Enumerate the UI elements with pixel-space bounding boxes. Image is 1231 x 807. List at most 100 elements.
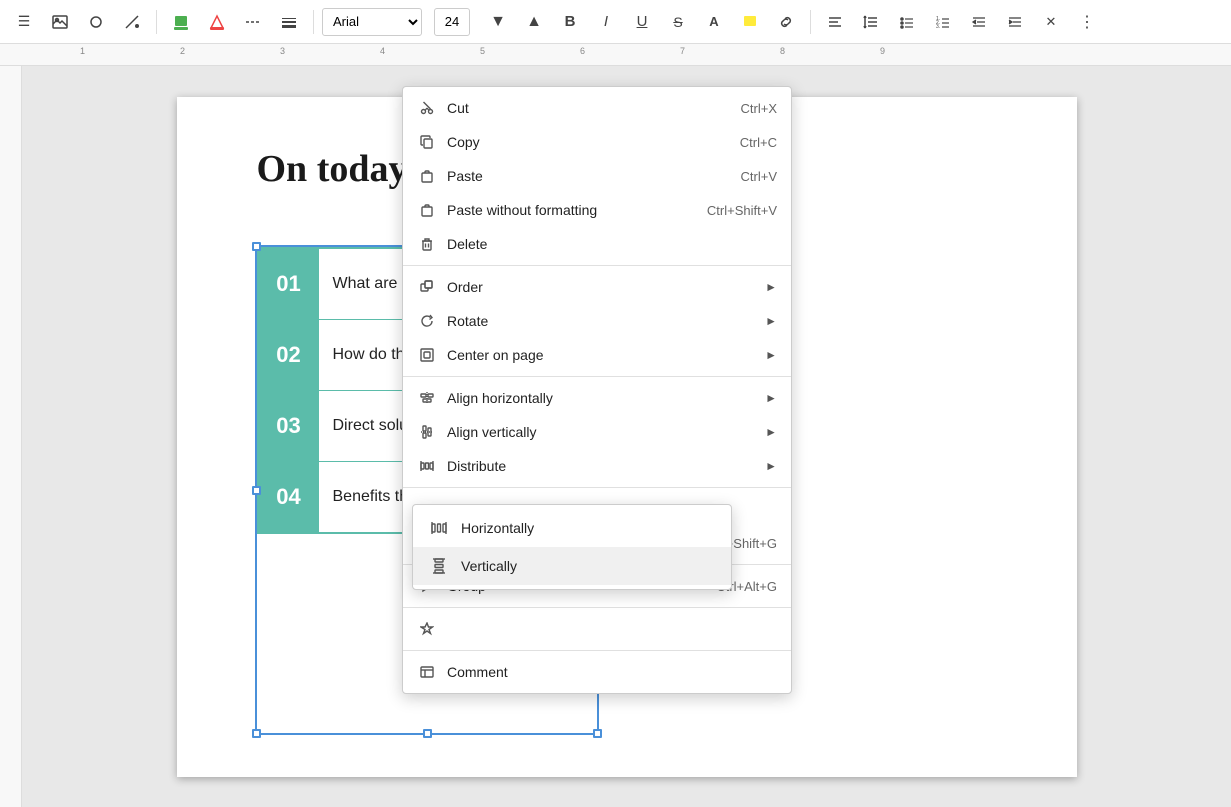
cut-icon — [417, 98, 437, 118]
line-spacing-btn[interactable] — [855, 6, 887, 38]
font-name-select[interactable]: Arial — [322, 8, 422, 36]
clear-formatting-btn[interactable]: ✕ — [1035, 6, 1067, 38]
align-horiz-arrow: ► — [765, 391, 777, 405]
insert-shape-btn[interactable] — [80, 6, 112, 38]
horizontally-icon — [429, 518, 449, 538]
copy-icon — [417, 132, 437, 152]
item-number-3: 03 — [259, 391, 319, 461]
bold-btn[interactable]: B — [554, 6, 586, 38]
format-options-icon — [417, 662, 437, 682]
handle-br — [593, 729, 602, 738]
distribute-icon — [417, 456, 437, 476]
menu-item-rotate[interactable]: Rotate ► — [403, 304, 791, 338]
numbered-list-btn[interactable]: 1. 2. 3. — [927, 6, 959, 38]
delete-icon — [417, 234, 437, 254]
distribute-label: Distribute — [447, 458, 747, 474]
menu-item-delete[interactable]: Delete — [403, 227, 791, 261]
format-options-label: Comment — [447, 664, 777, 680]
paste-shortcut: Ctrl+V — [741, 169, 777, 184]
strikethrough-btn[interactable]: S — [662, 6, 694, 38]
align-horiz-label: Align horizontally — [447, 390, 747, 406]
submenu-vertically[interactable]: Vertically — [413, 547, 731, 585]
order-label: Order — [447, 279, 747, 295]
ruler-mark-6: 6 — [580, 46, 585, 56]
ruler-mark-9: 9 — [880, 46, 885, 56]
item-number-2: 02 — [259, 320, 319, 390]
toolbar: ☰ — [0, 0, 1231, 44]
submenu-horizontally[interactable]: Horizontally — [413, 509, 731, 547]
paste-no-fmt-label: Paste without formatting — [447, 202, 697, 218]
align-horiz-icon — [417, 388, 437, 408]
insert-image-btn[interactable] — [44, 6, 76, 38]
menu-divider-5 — [403, 607, 791, 608]
horizontally-label: Horizontally — [461, 520, 534, 536]
align-vert-label: Align vertically — [447, 424, 747, 440]
handle-bm — [423, 729, 432, 738]
copy-label: Copy — [447, 134, 730, 150]
link-btn[interactable] — [770, 6, 802, 38]
border-style-btn[interactable] — [237, 6, 269, 38]
indent-more-btn[interactable] — [999, 6, 1031, 38]
menu-item-align-horiz[interactable]: Align horizontally ► — [403, 381, 791, 415]
menu-item-center-page[interactable]: Center on page ► — [403, 338, 791, 372]
main-area: On today's agenda 01 — [0, 66, 1231, 807]
divider-2 — [313, 10, 314, 34]
fill-color-btn[interactable] — [165, 6, 197, 38]
item-number-4: 04 — [259, 462, 319, 532]
center-page-label: Center on page — [447, 347, 747, 363]
distribute-arrow: ► — [765, 459, 777, 473]
canvas[interactable]: On today's agenda 01 — [22, 66, 1231, 807]
delete-label: Delete — [447, 236, 777, 252]
rotate-arrow: ► — [765, 314, 777, 328]
menu-item-copy[interactable]: Copy Ctrl+C — [403, 125, 791, 159]
center-page-arrow: ► — [765, 348, 777, 362]
menu-item-format-options[interactable]: Comment — [403, 655, 791, 689]
menu-item-paste[interactable]: Paste Ctrl+V — [403, 159, 791, 193]
align-vert-icon — [417, 422, 437, 442]
cut-label: Cut — [447, 100, 731, 116]
menu-item-order[interactable]: Order ► — [403, 270, 791, 304]
ruler-mark-4: 4 — [380, 46, 385, 56]
highlight-btn[interactable] — [734, 6, 766, 38]
border-weight-btn[interactable] — [273, 6, 305, 38]
menu-item-cut[interactable]: Cut Ctrl+X — [403, 91, 791, 125]
ruler-mark-3: 3 — [280, 46, 285, 56]
context-menu: Cut Ctrl+X Copy Ctrl+C — [402, 86, 792, 694]
menu-item-distribute[interactable]: Distribute ► — [403, 449, 791, 483]
cut-shortcut: Ctrl+X — [741, 101, 777, 116]
font-size-input[interactable] — [434, 8, 470, 36]
paste-no-fmt-icon — [417, 200, 437, 220]
paste-no-fmt-shortcut: Ctrl+Shift+V — [707, 203, 777, 218]
menu-icon-btn[interactable]: ☰ — [8, 6, 40, 38]
svg-text:3.: 3. — [936, 24, 940, 30]
rotate-label: Rotate — [447, 313, 747, 329]
paste-icon — [417, 166, 437, 186]
menu-item-animate[interactable] — [403, 612, 791, 646]
menu-item-paste-no-fmt[interactable]: Paste without formatting Ctrl+Shift+V — [403, 193, 791, 227]
menu-divider-1 — [403, 265, 791, 266]
divider-1 — [156, 10, 157, 34]
paste-label: Paste — [447, 168, 731, 184]
font-color-btn[interactable]: A — [698, 6, 730, 38]
font-size-down-btn[interactable]: ▼ — [482, 6, 514, 38]
bullet-list-btn[interactable] — [891, 6, 923, 38]
ruler-mark-7: 7 — [680, 46, 685, 56]
italic-btn[interactable]: I — [590, 6, 622, 38]
divider-3 — [810, 10, 811, 34]
copy-shortcut: Ctrl+C — [740, 135, 777, 150]
menu-item-align-vert[interactable]: Align vertically ► — [403, 415, 791, 449]
indent-less-btn[interactable] — [963, 6, 995, 38]
menu-divider-2 — [403, 376, 791, 377]
ruler-mark-8: 8 — [780, 46, 785, 56]
align-btn[interactable] — [819, 6, 851, 38]
animate-icon — [417, 619, 437, 639]
more-options-btn[interactable]: ⋮ — [1071, 6, 1103, 38]
font-size-up-btn[interactable]: ▲ — [518, 6, 550, 38]
align-vert-arrow: ► — [765, 425, 777, 439]
vertically-label: Vertically — [461, 558, 517, 574]
line-tool-btn[interactable] — [116, 6, 148, 38]
border-color-btn[interactable] — [201, 6, 233, 38]
vertically-icon — [429, 556, 449, 576]
ruler-mark-1: 1 — [80, 46, 85, 56]
underline-btn[interactable]: U — [626, 6, 658, 38]
